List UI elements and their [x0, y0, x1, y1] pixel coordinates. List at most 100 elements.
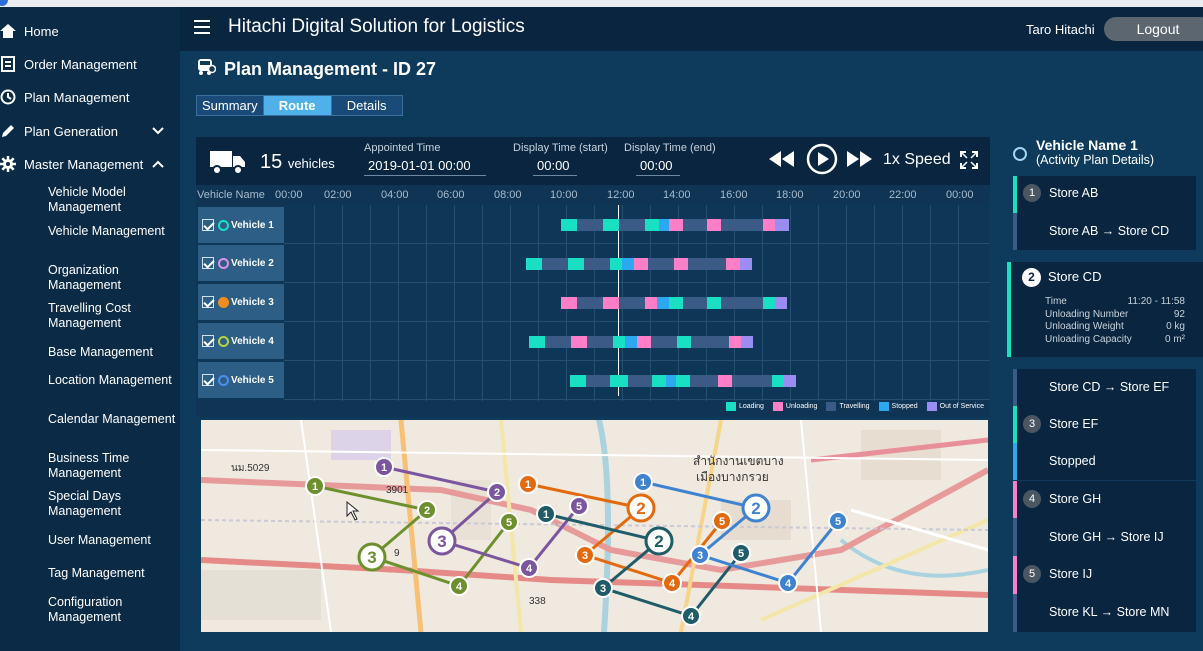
- gantt-segment[interactable]: [721, 297, 763, 309]
- gantt-segment[interactable]: [676, 375, 690, 387]
- gantt-segment[interactable]: [772, 375, 784, 387]
- gantt-segment[interactable]: [784, 375, 796, 387]
- gantt-segment[interactable]: [690, 375, 718, 387]
- activity-item[interactable]: 5 Store IJ: [1013, 556, 1196, 594]
- gantt-segment[interactable]: [645, 219, 659, 231]
- sidebar-subitem-organization[interactable]: Organization Management: [48, 263, 176, 293]
- gantt-segment[interactable]: [648, 258, 674, 270]
- gantt-segment[interactable]: [718, 375, 732, 387]
- gantt-segment[interactable]: [570, 375, 586, 387]
- activity-item[interactable]: Stopped: [1013, 443, 1196, 480]
- sidebar-item-plan-generation[interactable]: Plan Generation: [0, 117, 180, 145]
- vehicle-checkbox[interactable]: [202, 296, 214, 308]
- sidebar-subitem-base[interactable]: Base Management: [48, 345, 176, 360]
- gantt-segment[interactable]: [775, 219, 789, 231]
- gantt-segment[interactable]: [613, 336, 625, 348]
- gantt-segment[interactable]: [763, 297, 775, 309]
- activity-item[interactable]: Store CD → Store EF: [1013, 369, 1196, 406]
- sidebar-item-master-management[interactable]: Master Management: [0, 150, 180, 178]
- fullscreen-icon[interactable]: [960, 151, 978, 174]
- sidebar-subitem-configuration[interactable]: Configuration Management: [48, 595, 176, 625]
- gantt-segment[interactable]: [677, 336, 691, 348]
- gantt-segment[interactable]: [666, 375, 676, 387]
- tab-route[interactable]: Route: [263, 96, 332, 115]
- play-icon[interactable]: [806, 143, 838, 180]
- activity-item[interactable]: 4 Store GH: [1013, 481, 1196, 518]
- gantt-segment[interactable]: [732, 375, 772, 387]
- gantt-segment[interactable]: [603, 297, 619, 309]
- gantt-segment[interactable]: [721, 219, 763, 231]
- gantt-segment[interactable]: [726, 258, 740, 270]
- gantt-segment[interactable]: [691, 336, 729, 348]
- gantt-segment[interactable]: [740, 258, 752, 270]
- gantt-segment[interactable]: [587, 336, 613, 348]
- gantt-segment[interactable]: [669, 219, 683, 231]
- gantt-segment[interactable]: [775, 297, 787, 309]
- activity-item[interactable]: 3 Store EF: [1013, 406, 1196, 443]
- gantt-segment[interactable]: [561, 219, 577, 231]
- gantt-segment[interactable]: [622, 258, 634, 270]
- speed-control[interactable]: 1x Speed: [883, 151, 951, 169]
- activity-item[interactable]: Store GH → Store IJ: [1013, 518, 1196, 556]
- sidebar-subitem-special-days[interactable]: Special Days Management: [48, 489, 176, 519]
- route-map[interactable]: 1 2 3 4 5 1 2 3 4 5 1 2 3 4 5 1 2 3 4 5 …: [201, 420, 988, 632]
- sidebar-subitem-vehicle-model[interactable]: Vehicle Model Management: [48, 185, 176, 215]
- gantt-segment[interactable]: [526, 258, 542, 270]
- sidebar-subitem-travelling-cost[interactable]: Travelling Cost Management: [48, 301, 176, 331]
- gantt-segment[interactable]: [619, 219, 645, 231]
- gantt-segment[interactable]: [659, 219, 669, 231]
- appointed-time-input[interactable]: 2019-01-01 00:00: [364, 157, 486, 176]
- gantt-segment[interactable]: [707, 219, 721, 231]
- gantt-segment[interactable]: [619, 297, 645, 309]
- gantt-segment[interactable]: [603, 219, 619, 231]
- logout-button[interactable]: Logout: [1104, 17, 1203, 41]
- gantt-segment[interactable]: [683, 219, 707, 231]
- sidebar-item-order-management[interactable]: Order Management: [0, 50, 180, 78]
- gantt-segment[interactable]: [545, 336, 571, 348]
- activity-item[interactable]: 1 Store AB: [1013, 176, 1196, 213]
- gantt-segment[interactable]: [577, 297, 603, 309]
- gantt-segment[interactable]: [707, 297, 721, 309]
- gantt-segment[interactable]: [628, 375, 652, 387]
- gantt-segment[interactable]: [645, 297, 657, 309]
- tab-details[interactable]: Details: [331, 96, 402, 115]
- activity-detail-selected[interactable]: 2 Store CD Time 11:20 - 11:58 Unloading N…: [1007, 262, 1203, 357]
- display-start-input[interactable]: 00:00: [533, 157, 577, 176]
- tab-summary[interactable]: Summary: [197, 96, 264, 115]
- gantt-segment[interactable]: [542, 258, 568, 270]
- gantt-segment[interactable]: [763, 219, 775, 231]
- sidebar-subitem-tag[interactable]: Tag Management: [48, 566, 176, 581]
- vehicle-checkbox[interactable]: [202, 335, 214, 347]
- menu-icon[interactable]: [194, 20, 210, 34]
- gantt-segment[interactable]: [729, 336, 741, 348]
- sidebar-subitem-vehicle[interactable]: Vehicle Management: [48, 224, 176, 239]
- gantt-segment[interactable]: [586, 375, 610, 387]
- gantt-segment[interactable]: [674, 258, 688, 270]
- gantt-segment[interactable]: [637, 336, 651, 348]
- vehicle-checkbox[interactable]: [202, 257, 214, 269]
- sidebar-item-plan-management[interactable]: Plan Management: [0, 83, 180, 111]
- sidebar-subitem-location[interactable]: Location Management: [48, 373, 176, 388]
- gantt-segment[interactable]: [669, 297, 683, 309]
- vehicle-checkbox[interactable]: [202, 374, 214, 386]
- activity-item[interactable]: Store AB → Store CD: [1013, 213, 1196, 250]
- gantt-segment[interactable]: [741, 336, 753, 348]
- gantt-segment[interactable]: [688, 258, 726, 270]
- gantt-segment[interactable]: [610, 375, 628, 387]
- gantt-segment[interactable]: [610, 258, 622, 270]
- gantt-segment[interactable]: [584, 258, 610, 270]
- gantt-segment[interactable]: [652, 375, 666, 387]
- vehicle-checkbox[interactable]: [202, 219, 214, 231]
- rewind-icon[interactable]: [769, 151, 795, 172]
- gantt-segment[interactable]: [571, 336, 587, 348]
- gantt-segment[interactable]: [634, 258, 648, 270]
- sidebar-subitem-user[interactable]: User Management: [48, 533, 176, 548]
- sidebar-item-home[interactable]: Home: [0, 17, 180, 45]
- gantt-segment[interactable]: [561, 297, 577, 309]
- gantt-segment[interactable]: [568, 258, 584, 270]
- gantt-segment[interactable]: [529, 336, 545, 348]
- gantt-segment[interactable]: [683, 297, 707, 309]
- sidebar-subitem-business-time[interactable]: Business Time Management: [48, 451, 176, 481]
- gantt-segment[interactable]: [577, 219, 603, 231]
- display-end-input[interactable]: 00:00: [636, 157, 680, 176]
